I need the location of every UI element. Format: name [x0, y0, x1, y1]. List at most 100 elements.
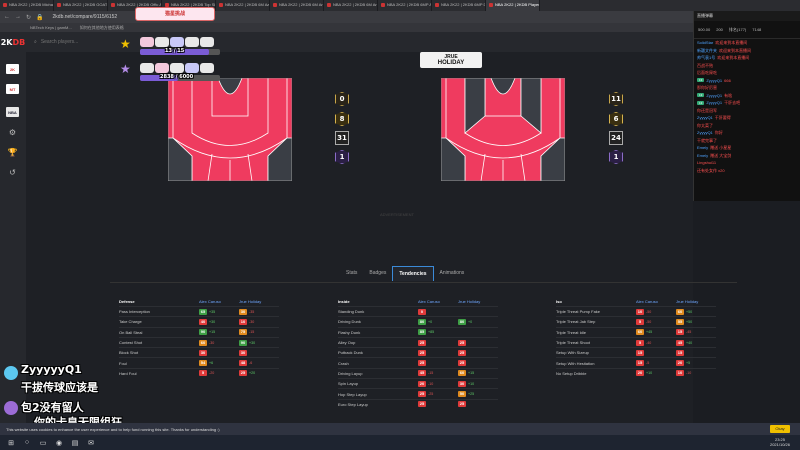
tendency-value: 5: [636, 339, 644, 346]
tendency-value: 75: [239, 329, 247, 336]
windows-start-icon[interactable]: ⊞: [6, 438, 16, 448]
chat-text: 666: [724, 77, 731, 83]
danmaku-overlay: ZyyyyyQ1 干拔传球应该是 包2没有留人 你的卡皇无限组狂: [4, 362, 144, 429]
browser-tab[interactable]: NBA 2K22 | 2KDB GOAT...: [54, 0, 108, 11]
tendency-value: 48: [239, 360, 247, 367]
chat-message: 新疆文件夹 欢迎来到本直播间: [694, 47, 800, 55]
back-icon[interactable]: ←: [4, 14, 10, 20]
trophy-icon[interactable]: 🏆: [6, 147, 19, 157]
silver-badge-count: 24: [609, 131, 623, 145]
chat-text: 后面吃屎吃: [697, 70, 717, 75]
favicon-icon: [381, 2, 385, 7]
value-cell: 48 -6: [239, 360, 279, 367]
fan-badge: 13: [697, 93, 705, 98]
gear-icon[interactable]: ⚙: [6, 127, 19, 137]
tendency-label: Crash: [338, 360, 349, 366]
value-cell: 60 +50: [676, 308, 716, 315]
browser-tab[interactable]: NBA 2K22 | 2KDB Player Com...: [486, 0, 540, 11]
favicon-icon: [3, 2, 7, 7]
tendency-delta: +45: [646, 330, 653, 335]
chat-username[interactable]: 新疆文件夹: [697, 48, 717, 54]
chat-username[interactable]: Emely: [697, 145, 708, 151]
table-row: Triple Threat Shoot 5 -40 45 +40: [556, 336, 716, 347]
tab-stats[interactable]: Stats: [340, 266, 363, 281]
danmaku-user: ZyyyyyQ1: [21, 363, 82, 376]
inside-table: Inside Alex Caruso Jrue Holiday Standing Du…: [338, 296, 498, 409]
task-view-icon[interactable]: ▭: [38, 438, 48, 448]
chat-tab[interactable]: 排名(177): [729, 27, 746, 33]
chat-tab[interactable]: 7148: [752, 27, 761, 32]
tab-badges[interactable]: Badges: [363, 266, 392, 281]
table-row: Standing Dunk 0: [338, 306, 498, 316]
nav-myteam-icon[interactable]: MT: [6, 84, 19, 94]
browser-tab[interactable]: NBA 2K22 | 2KDB 6MP Dann...: [432, 0, 486, 11]
tab-animations[interactable]: Animations: [434, 266, 471, 281]
tendency-delta: -10: [686, 371, 692, 376]
cookie-okay-button[interactable]: Okay: [770, 425, 790, 433]
chat-username[interactable]: ZyyyyQ1: [706, 93, 722, 99]
column-header-player-1: Alex Caruso: [418, 298, 440, 304]
chat-username[interactable]: ZyyyyQ1: [706, 78, 722, 84]
value-cell: 75 -15: [239, 329, 279, 336]
table-row: Triple Threat Idle 60 +45 15 -45: [556, 326, 716, 337]
chat-text: 干就完事了: [697, 137, 717, 143]
site-logo[interactable]: 2K DB: [0, 32, 26, 52]
url-field[interactable]: 2kdb.net/compare/9115/6152: [53, 14, 118, 20]
chat-username[interactable]: ZyyyyQ1: [697, 115, 713, 121]
chat-title: 直播弹幕: [694, 11, 800, 21]
challenge-title: 猫星挑战: [135, 7, 215, 21]
chat-tab[interactable]: 200: [716, 27, 723, 32]
tendency-label: On Ball Steal: [119, 329, 143, 335]
tendency-value: 25: [239, 370, 247, 377]
value-cell: 90 +30: [239, 339, 279, 346]
table-header: Inside Alex Caruso Jrue Holiday: [338, 296, 498, 306]
tendency-delta: -50: [646, 319, 652, 324]
tendency-value: 25: [458, 360, 466, 367]
tendency-delta: +35: [209, 309, 216, 314]
table-row: No Setup Dribble 20 +10 10 -10: [556, 367, 716, 378]
hof-badge-count: 0: [335, 92, 349, 106]
tendency-delta: +50: [686, 319, 693, 324]
forward-icon[interactable]: →: [15, 14, 21, 20]
browser-tab[interactable]: NBA 2K22 | 2KDB 6M Andrew: [324, 0, 378, 11]
chat-username[interactable]: SolidStar: [697, 40, 713, 46]
value-cell: 90 +15: [199, 329, 239, 336]
chat-username[interactable]: ZyyyyQ1: [697, 130, 713, 136]
chat-username[interactable]: 帅气袁1号: [697, 55, 715, 61]
browser-icon[interactable]: ◉: [54, 438, 64, 448]
folder-icon[interactable]: ▤: [70, 438, 80, 448]
chat-messages: SolidStar 欢迎来到本直播间 新疆文件夹 欢迎来到本直播间 帅气袁1号 欢迎来到本…: [694, 39, 800, 174]
lock-icon: 🔒: [36, 14, 44, 21]
reload-icon[interactable]: ↻: [26, 14, 31, 21]
browser-tab[interactable]: NBA 2K22 | 2KDB 6M Anders: [270, 0, 324, 11]
tendency-value: 25: [418, 360, 426, 367]
value-cell: 25: [458, 401, 498, 408]
browser-tab[interactable]: NBA 2K22 | 2KDB 6MP Ama...: [378, 0, 432, 11]
history-icon[interactable]: ↺: [6, 167, 19, 177]
chat-tab[interactable]: 500.00: [698, 27, 710, 32]
tendency-value: 30: [239, 349, 247, 356]
value-cell: 30 -35: [239, 308, 279, 315]
browser-tab[interactable]: NBA 2K22 | 2KDB Michael Jo...: [0, 0, 54, 11]
nav-2k-icon[interactable]: 2K: [6, 64, 19, 74]
search-icon[interactable]: ○: [22, 438, 32, 448]
tendency-value: 25: [418, 391, 426, 398]
table-row: Euro Step Layup 25 25: [338, 398, 498, 409]
tab-tendencies[interactable]: Tendencies: [392, 266, 434, 281]
chat-message: Emely 赠送 小星星: [694, 144, 800, 152]
tendency-value: 30: [458, 380, 466, 387]
browser-tab-label: NBA 2K22 | 2KDB 6M Andrew: [333, 2, 378, 7]
chat-message: 13 ZyyyyQ1 干肝去吧: [694, 99, 800, 107]
favicon-icon: [489, 2, 493, 7]
chat-username[interactable]: ZyyyyQ1: [706, 100, 722, 106]
tendency-delta: -30: [249, 319, 255, 324]
value-cell: 30 +10: [458, 380, 498, 387]
bookmark-item[interactable]: NBTech Keys | gamM...: [30, 25, 72, 30]
bookmark-item[interactable]: 如何在其他地方使用表格: [80, 25, 124, 31]
search-input[interactable]: [40, 39, 111, 45]
search-box[interactable]: ⌕: [34, 39, 111, 45]
tendency-delta: -50: [646, 309, 652, 314]
nav-nba-icon[interactable]: NBA: [6, 107, 19, 117]
chat-username[interactable]: Emely: [697, 153, 708, 159]
chat-app-icon[interactable]: ✉: [86, 438, 96, 448]
